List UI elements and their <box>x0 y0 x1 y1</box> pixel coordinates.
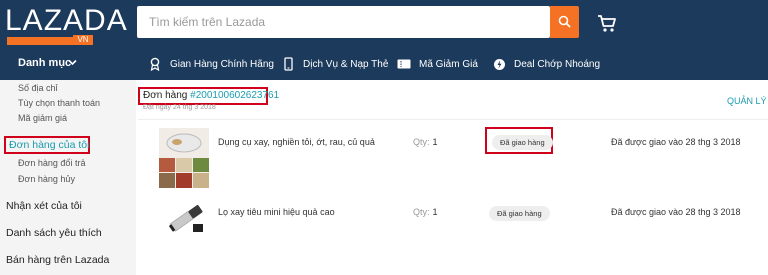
nav-label: Dịch Vụ & Nạp Thẻ <box>303 58 389 70</box>
logo-suffix: VN <box>73 35 93 45</box>
flash-deal-icon <box>492 57 506 71</box>
award-icon <box>148 57 162 71</box>
item-quantity: Qty: 1 <box>413 137 438 147</box>
product-image-pepper-mill[interactable] <box>163 200 211 234</box>
category-menu[interactable]: Danh mục <box>18 57 71 69</box>
qty-value: 1 <box>432 207 438 217</box>
phone-icon <box>281 57 295 71</box>
sidebar-item-my-reviews[interactable]: Nhận xét của tôi <box>6 200 82 212</box>
qty-label: Qty: <box>413 137 430 147</box>
product-name[interactable]: Lọ xay tiêu mini hiệu quả cao <box>218 207 335 217</box>
nav-label: Gian Hàng Chính Hãng <box>170 58 274 70</box>
nav-label: Deal Chớp Nhoáng <box>514 58 601 70</box>
qty-label: Qty: <box>413 207 430 217</box>
order-header: Đơn hàng #200100602623761 <box>138 87 279 105</box>
sidebar-item-wishlist[interactable]: Danh sách yêu thích <box>6 227 102 239</box>
ticket-icon <box>397 57 411 71</box>
status-badge: Đã giao hàng <box>492 135 553 150</box>
sidebar-item-my-orders[interactable]: Đơn hàng của tôi <box>4 136 90 154</box>
order-title: Đơn hàng #200100602623761 <box>143 90 279 101</box>
order-date: Đặt ngày 24 thg 3 2018 <box>143 104 216 111</box>
nav-label: Mã Giảm Giá <box>419 58 478 70</box>
logo-text: LAZADA <box>5 4 128 37</box>
product-name[interactable]: Dụng cụ xay, nghiền tỏi, ớt, rau, củ quả <box>218 137 375 147</box>
sidebar-item-payment-options[interactable]: Tùy chọn thanh toán <box>18 98 100 108</box>
order-number-link[interactable]: #200100602623761 <box>190 90 279 101</box>
delivery-info: Đã được giao vào 28 thg 3 2018 <box>611 207 741 217</box>
status-highlight: Đã giao hàng <box>485 127 553 154</box>
cart-icon[interactable] <box>596 12 618 34</box>
item-quantity: Qty: 1 <box>413 207 438 217</box>
search-placeholder: Tìm kiếm trên Lazada <box>149 15 266 29</box>
sidebar-item-address-book[interactable]: Số địa chỉ <box>18 83 58 93</box>
search-icon <box>558 15 571 28</box>
status-badge: Đã giao hàng <box>489 206 550 221</box>
sidebar-item-returns[interactable]: Đơn hàng đổi trả <box>18 158 85 168</box>
product-image-garlic-grinder[interactable] <box>159 128 209 188</box>
sidebar-item-vouchers[interactable]: Mã giảm giá <box>18 113 67 123</box>
sidebar-item-cancellations[interactable]: Đơn hàng hủy <box>18 174 75 184</box>
delivery-info: Đã được giao vào 28 thg 3 2018 <box>611 137 741 147</box>
divider <box>138 119 768 120</box>
top-header: LAZADA VN Tìm kiếm trên Lazada Danh mục … <box>0 0 768 80</box>
nav-services[interactable]: Dịch Vụ & Nạp Thẻ <box>281 56 388 72</box>
lazada-logo[interactable]: LAZADA VN <box>5 4 135 45</box>
chevron-down-icon <box>68 59 77 66</box>
sidebar-item-label: Đơn hàng của tôi <box>9 139 90 151</box>
account-sidebar: Số địa chỉ Tùy chọn thanh toán Mã giảm g… <box>0 80 136 275</box>
search-button[interactable] <box>550 6 579 38</box>
manage-order-link[interactable]: QUẢN LÝ <box>727 96 767 106</box>
nav-official-stores[interactable]: Gian Hàng Chính Hãng <box>148 56 274 72</box>
qty-value: 1 <box>432 137 438 147</box>
search-input[interactable]: Tìm kiếm trên Lazada <box>137 6 550 38</box>
sidebar-item-sell-on-lazada[interactable]: Bán hàng trên Lazada <box>6 254 109 266</box>
order-label: Đơn hàng <box>143 90 188 101</box>
nav-vouchers[interactable]: Mã Giảm Giá <box>397 56 478 72</box>
nav-flash-deals[interactable]: Deal Chớp Nhoáng <box>492 56 600 72</box>
